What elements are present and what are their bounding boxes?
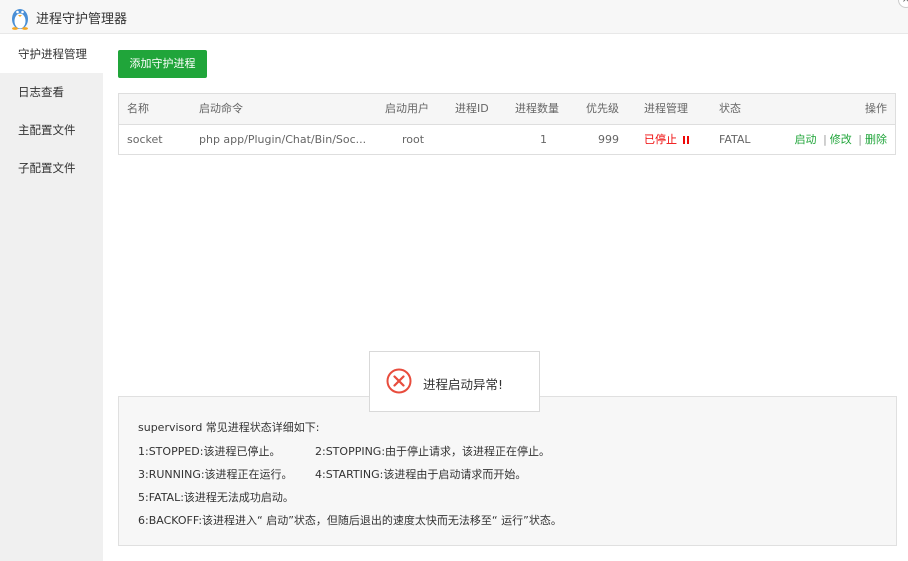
sidebar: 守护进程管理 日志查看 主配置文件 子配置文件 bbox=[0, 35, 103, 561]
error-toast: 进程启动异常! bbox=[369, 351, 540, 412]
sidebar-item-main-config[interactable]: 主配置文件 bbox=[0, 111, 103, 149]
help-line-1b: 2:STOPPING:由于停止请求，该进程正在停止。 bbox=[315, 445, 551, 458]
title-bar: 进程守护管理器 bbox=[0, 0, 908, 34]
separator: | bbox=[858, 133, 862, 146]
pause-icon bbox=[683, 126, 690, 144]
status-help-panel: supervisord 常见进程状态详细如下: 1:STOPPED:该进程已停止… bbox=[118, 396, 897, 546]
sidebar-item-daemon-manage[interactable]: 守护进程管理 bbox=[0, 35, 103, 73]
add-daemon-button[interactable]: 添加守护进程 bbox=[118, 50, 207, 78]
header-command: 启动命令 bbox=[199, 102, 243, 115]
window-title: 进程守护管理器 bbox=[36, 12, 128, 27]
process-table: 名称 启动命令 启动用户 进程ID 进程数量 优先级 进程管理 状态 操作 so… bbox=[118, 93, 896, 155]
cell-status: FATAL bbox=[719, 133, 751, 146]
header-pid: 进程ID bbox=[455, 102, 489, 115]
penguin-icon bbox=[12, 9, 28, 30]
help-title: supervisord 常见进程状态详细如下: bbox=[138, 421, 320, 434]
help-line-4: 6:BACKOFF:该进程进入“ 启动”状态，但随后退出的速度太快而无法移至“ … bbox=[138, 514, 562, 527]
sidebar-item-sub-config[interactable]: 子配置文件 bbox=[0, 149, 103, 187]
help-line-3: 5:FATAL:该进程无法成功启动。 bbox=[138, 491, 294, 504]
help-line-2a: 3:RUNNING:该进程正在运行。 bbox=[138, 468, 293, 481]
help-line-1a: 1:STOPPED:该进程已停止。 bbox=[138, 445, 281, 458]
edit-link[interactable]: 修改 bbox=[830, 133, 852, 146]
cell-name: socket bbox=[127, 133, 163, 146]
cell-count: 1 bbox=[540, 133, 547, 146]
header-status: 状态 bbox=[719, 102, 741, 115]
start-link[interactable]: 启动 bbox=[795, 133, 817, 146]
delete-link[interactable]: 删除 bbox=[865, 133, 887, 146]
help-line-2b: 4:STARTING:该进程由于启动请求而开始。 bbox=[315, 468, 527, 481]
cell-user: root bbox=[402, 133, 425, 146]
stopped-status: 已停止 bbox=[644, 133, 677, 146]
header-ops: 操作 bbox=[865, 102, 887, 115]
table-header: 名称 启动命令 启动用户 进程ID 进程数量 优先级 进程管理 状态 操作 bbox=[119, 94, 895, 125]
cell-command: php app/Plugin/Chat/Bin/Soc... bbox=[199, 133, 367, 146]
header-name: 名称 bbox=[127, 102, 149, 115]
header-priority: 优先级 bbox=[586, 102, 619, 115]
header-user: 启动用户 bbox=[385, 102, 429, 115]
separator: | bbox=[823, 133, 827, 146]
header-manage: 进程管理 bbox=[644, 102, 688, 115]
table-row: socket php app/Plugin/Chat/Bin/Soc... ro… bbox=[119, 125, 895, 155]
process-toggle[interactable]: 已停止 bbox=[644, 125, 690, 155]
row-actions: 启动 | 修改 | 删除 bbox=[795, 125, 887, 155]
error-icon bbox=[386, 368, 412, 394]
toast-message: 进程启动异常! bbox=[423, 377, 504, 392]
sidebar-item-log-view[interactable]: 日志查看 bbox=[0, 73, 103, 111]
header-count: 进程数量 bbox=[515, 102, 559, 115]
cell-priority: 999 bbox=[598, 133, 619, 146]
